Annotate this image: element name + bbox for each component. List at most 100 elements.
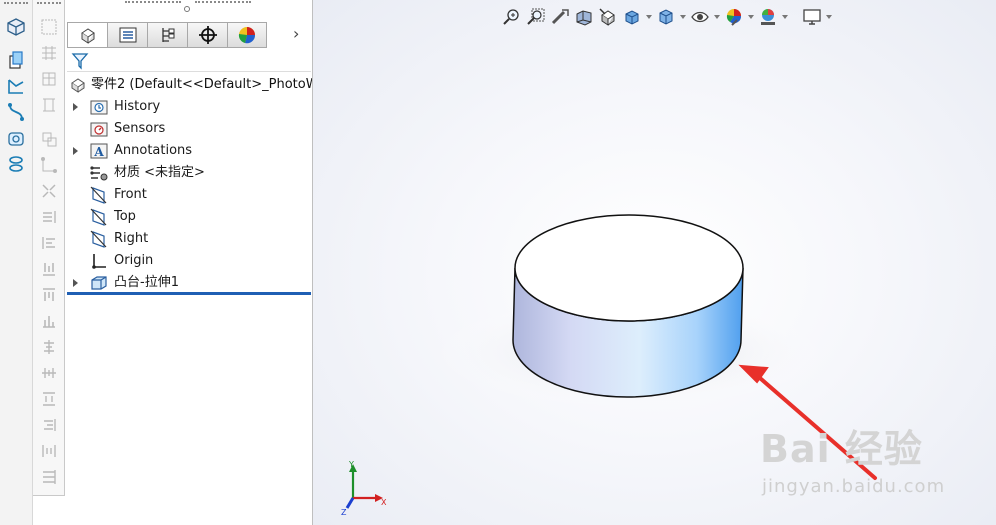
hide-show-items-button[interactable] xyxy=(688,5,712,29)
previous-view-icon xyxy=(551,9,569,25)
grid-icon[interactable] xyxy=(40,44,58,62)
zoom-to-fit-button[interactable] xyxy=(500,5,524,29)
tab-dimxpert-manager[interactable] xyxy=(187,22,227,48)
tab-display-manager[interactable] xyxy=(227,22,267,48)
panel-grip-right[interactable] xyxy=(195,1,251,4)
triad-y-label: Y xyxy=(348,460,354,469)
panel-pin-icon[interactable] xyxy=(184,6,190,12)
zoom-to-area-button[interactable] xyxy=(524,5,548,29)
tree-item-top-plane[interactable]: Top xyxy=(65,206,313,228)
tree-item-annotations[interactable]: A Annotations xyxy=(65,140,313,162)
align-left-icon[interactable] xyxy=(40,234,58,252)
filter-icon[interactable] xyxy=(71,52,89,70)
expand-arrow-icon[interactable] xyxy=(73,147,78,155)
section-view-button[interactable] xyxy=(572,5,596,29)
part-root[interactable]: 零件2 (Default<<Default>_PhotoWork xyxy=(65,74,339,96)
tree-item-label: 凸台-拉伸1 xyxy=(114,275,179,290)
tree-item-label: Front xyxy=(114,187,147,202)
tree-item-label: Annotations xyxy=(114,143,193,158)
zoom-fit-icon xyxy=(503,9,519,25)
tree-item-right-plane[interactable]: Right xyxy=(65,228,313,250)
tree-item-label: Top xyxy=(114,209,136,224)
align-right-edge-icon[interactable] xyxy=(40,416,58,434)
more-tabs-chevron[interactable]: › xyxy=(293,24,299,43)
display-manager-icon xyxy=(238,27,256,44)
sketch-entity-icon[interactable] xyxy=(40,18,58,36)
tree-item-label: 材质 <未指定> xyxy=(114,165,205,180)
center-vertical-icon[interactable] xyxy=(40,364,58,382)
previous-view-button[interactable] xyxy=(548,5,572,29)
view-settings-button[interactable] xyxy=(800,5,824,29)
display-style-button[interactable] xyxy=(654,5,678,29)
tree-item-sensors[interactable]: Sensors xyxy=(65,118,313,140)
view-orientation-icon xyxy=(625,10,639,25)
tree-item-material[interactable]: 材质 <未指定> xyxy=(65,162,313,184)
watermark-url: jingyan.baidu.com xyxy=(762,476,946,497)
view-orientation-button[interactable] xyxy=(620,5,644,29)
tree-item-origin[interactable]: Origin xyxy=(65,250,313,272)
command-manager-strip xyxy=(0,0,33,525)
panel-grip-left[interactable] xyxy=(125,1,181,4)
view-settings-dropdown[interactable] xyxy=(824,5,834,29)
eye-icon xyxy=(691,11,709,23)
expand-arrow-icon[interactable] xyxy=(73,103,78,111)
sensors-folder-icon xyxy=(90,122,108,137)
display-style-dropdown[interactable] xyxy=(678,5,688,29)
hide-show-dropdown[interactable] xyxy=(712,5,722,29)
align-right-icon[interactable] xyxy=(40,208,58,226)
boss-extrude-icon xyxy=(91,276,107,290)
display-style-icon xyxy=(659,9,673,25)
origin-icon xyxy=(92,254,106,269)
monitor-icon xyxy=(803,9,821,25)
align-bottom-icon[interactable] xyxy=(40,260,58,278)
tree-item-front-plane[interactable]: Front xyxy=(65,184,313,206)
tree-item-boss-extrude[interactable]: 凸台-拉伸1 xyxy=(65,272,313,294)
tree-item-history[interactable]: History xyxy=(65,96,313,118)
sketch-icon[interactable] xyxy=(4,75,28,97)
part-root-label: 零件2 (Default<<Default>_PhotoWork xyxy=(91,77,339,92)
filter-bar[interactable] xyxy=(67,50,311,72)
plane-icon xyxy=(90,230,107,248)
scene-icon xyxy=(761,9,775,25)
center-horizontal-icon[interactable] xyxy=(40,338,58,356)
edit-appearance-button[interactable] xyxy=(722,5,746,29)
tab-feature-manager[interactable] xyxy=(67,22,107,48)
scene-dropdown[interactable] xyxy=(780,5,790,29)
tab-configuration-manager[interactable] xyxy=(147,22,187,48)
triad-z-label: Z xyxy=(341,508,347,517)
tab-property-manager[interactable] xyxy=(107,22,147,48)
align-top-icon[interactable] xyxy=(40,286,58,304)
evaluate-icon[interactable] xyxy=(4,127,28,149)
distribute-bottom-icon[interactable] xyxy=(40,312,58,330)
plane-icon xyxy=(90,186,107,204)
snap-icon[interactable] xyxy=(40,130,58,148)
distribute-vertical-icon[interactable] xyxy=(40,390,58,408)
toolbar-grip[interactable] xyxy=(37,2,61,5)
apply-scene-button[interactable] xyxy=(756,5,780,29)
curve-icon[interactable] xyxy=(4,101,28,123)
collapse-icon[interactable] xyxy=(40,182,58,200)
table-icon[interactable] xyxy=(40,70,58,88)
stack-icon[interactable] xyxy=(40,468,58,486)
extrude-icon[interactable] xyxy=(4,49,28,71)
view-orientation-dropdown[interactable] xyxy=(644,5,654,29)
corner-icon[interactable] xyxy=(40,156,58,174)
expand-arrow-icon[interactable] xyxy=(73,279,78,287)
spring-icon[interactable] xyxy=(4,153,28,175)
history-folder-icon xyxy=(90,100,108,115)
configuration-manager-icon xyxy=(161,28,174,42)
dynamic-annotation-icon xyxy=(599,8,615,26)
appearance-icon xyxy=(726,9,742,26)
appearance-dropdown[interactable] xyxy=(746,5,756,29)
svg-text:A: A xyxy=(93,145,104,159)
features-cube-icon[interactable] xyxy=(4,16,28,38)
feature-manager-panel: › 零件2 (Default<<Default>_PhotoWork Histo… xyxy=(65,0,339,525)
rollback-bar[interactable] xyxy=(67,292,311,295)
dynamic-annotation-view-button[interactable] xyxy=(596,5,620,29)
strip-grip[interactable] xyxy=(4,2,28,5)
layout-icon[interactable] xyxy=(40,96,58,114)
feature-manager-icon xyxy=(80,28,95,44)
annotations-folder-icon: A xyxy=(90,143,108,159)
space-equal-icon[interactable] xyxy=(40,442,58,460)
cylinder-top-face[interactable] xyxy=(514,214,744,322)
